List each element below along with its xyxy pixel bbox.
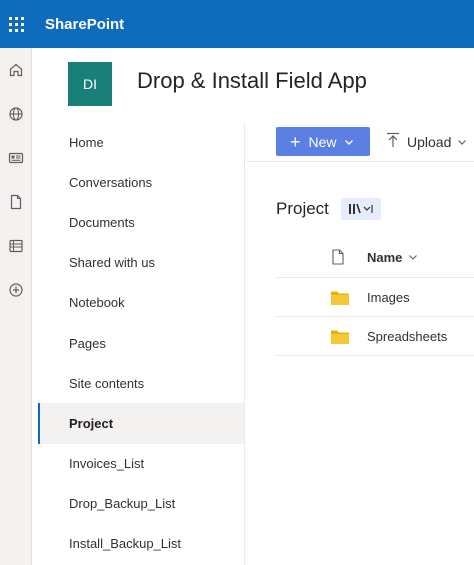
document-list: Name Images Spreadsheets	[276, 238, 474, 356]
new-button[interactable]: + New	[276, 127, 370, 156]
list-header: Name	[276, 238, 474, 278]
nav-item-invoices-list[interactable]: Invoices_List	[38, 444, 244, 484]
upload-button-label: Upload	[407, 133, 452, 150]
list-row[interactable]: Spreadsheets	[276, 317, 474, 356]
folder-icon	[331, 291, 349, 310]
command-bar: + New Upload	[246, 122, 474, 162]
chevron-down-icon	[457, 134, 467, 150]
home-icon[interactable]	[0, 48, 32, 92]
app-bar	[0, 48, 32, 565]
suite-bar: SharePoint	[0, 0, 474, 48]
lists-icon[interactable]	[0, 224, 32, 268]
site-logo[interactable]: DI	[68, 62, 112, 106]
site-title[interactable]: Drop & Install Field App	[137, 68, 367, 94]
file-icon[interactable]	[0, 180, 32, 224]
file-type-icon[interactable]	[332, 249, 344, 270]
name-column-label: Name	[367, 250, 403, 265]
chevron-down-icon	[344, 134, 354, 150]
nav-item-install-backup-list[interactable]: Install_Backup_List	[38, 524, 244, 564]
library-view-icon	[349, 203, 373, 214]
list-row-name[interactable]: Spreadsheets	[367, 329, 447, 344]
site-header: DI Drop & Install Field App	[33, 48, 474, 122]
upload-icon	[386, 132, 400, 151]
list-row-name[interactable]: Images	[367, 290, 410, 305]
nav-item-conversations[interactable]: Conversations	[38, 162, 244, 202]
news-icon[interactable]	[0, 136, 32, 180]
nav-item-shared-with-us[interactable]: Shared with us	[38, 243, 244, 283]
nav-item-site-contents[interactable]: Site contents	[38, 363, 244, 403]
nav-item-notebook[interactable]: Notebook	[38, 283, 244, 323]
library-title: Project	[276, 199, 329, 218]
app-launcher-button[interactable]	[0, 0, 33, 48]
site-navigation: Home Conversations Documents Shared with…	[38, 122, 245, 565]
nav-item-drop-backup-list[interactable]: Drop_Backup_List	[38, 484, 244, 524]
waffle-icon	[9, 16, 24, 32]
upload-button[interactable]: Upload	[386, 127, 467, 156]
nav-item-pages[interactable]: Pages	[38, 323, 244, 363]
plus-icon: +	[290, 131, 301, 152]
list-row[interactable]: Images	[276, 278, 474, 317]
name-column-header[interactable]: Name	[367, 250, 418, 265]
nav-item-project[interactable]: Project	[38, 403, 244, 444]
chevron-down-icon	[408, 250, 418, 265]
nav-item-home[interactable]: Home	[38, 122, 244, 162]
new-button-label: New	[308, 133, 337, 150]
view-options-button[interactable]	[341, 198, 381, 220]
folder-icon	[331, 330, 349, 349]
globe-icon[interactable]	[0, 92, 32, 136]
create-icon[interactable]	[0, 268, 32, 312]
suite-app-name[interactable]: SharePoint	[45, 16, 124, 33]
nav-item-documents[interactable]: Documents	[38, 202, 244, 242]
